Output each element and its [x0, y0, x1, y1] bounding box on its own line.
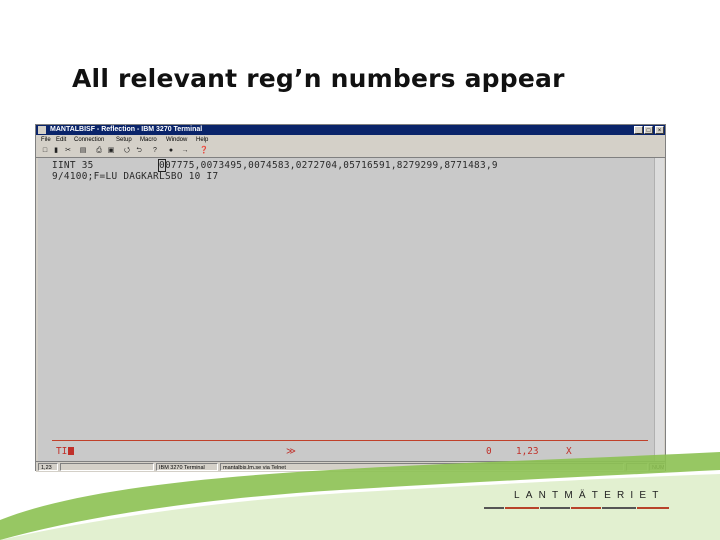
terminal-window: MANTALBISF - Reflection - IBM 3270 Termi… [35, 124, 666, 472]
statusbar-blank [60, 463, 154, 471]
statusbar-mode: NUM [649, 463, 665, 471]
statusbar-empty [626, 463, 648, 471]
green-swoosh-light [0, 474, 720, 540]
window-titlebar[interactable]: MANTALBISF - Reflection - IBM 3270 Termi… [36, 125, 665, 135]
play-icon[interactable]: → [180, 146, 190, 156]
help-icon[interactable]: ❓ [198, 146, 210, 156]
status-divider [52, 440, 648, 441]
status-field-label: TI [56, 446, 68, 457]
lantmateriet-logo: LANTMÄTERIET [514, 490, 665, 501]
new-session-icon[interactable]: □ [40, 146, 50, 156]
terminal-screen[interactable]: IINT 35 0 07775,0073495,0074583,0272704,0… [38, 158, 654, 461]
brand-bar-2 [505, 507, 539, 509]
copy-icon[interactable]: ▣ [106, 146, 116, 156]
input-caret [68, 447, 75, 455]
query-icon[interactable]: ? [150, 146, 160, 156]
status-arrow: ≫ [286, 446, 296, 457]
brand-bar-5 [602, 507, 636, 509]
minimize-button[interactable]: _ [634, 126, 643, 134]
close-button[interactable]: × [655, 126, 664, 134]
terminal-line-1-prefix: IINT 35 [52, 160, 159, 171]
status-mark: X [566, 446, 572, 457]
terminal-line-1-values: 07775,0073495,0074583,0272704,05716591,8… [164, 160, 498, 171]
cut-icon[interactable]: ⎙ [94, 146, 104, 156]
menu-setup[interactable]: Setup [116, 135, 132, 145]
brand-bar-4 [571, 507, 601, 509]
statusbar-session: IBM 3270 Terminal [156, 463, 218, 471]
slide-title: All relevant reg’n numbers appear [72, 64, 565, 93]
record-icon[interactable]: ● [166, 146, 176, 156]
window-title: MANTALBISF - Reflection - IBM 3270 Termi… [50, 126, 203, 133]
app-icon [38, 126, 46, 134]
save-icon[interactable]: ✂ [63, 146, 73, 156]
menu-macro[interactable]: Macro [140, 135, 157, 145]
open-icon[interactable]: ▮ [51, 146, 61, 156]
statusbar-host: mantalbis.lm.se via Telnet [220, 463, 624, 471]
menu-connection[interactable]: Connection [74, 135, 104, 145]
paste-icon[interactable]: ⭯ [122, 146, 132, 156]
status-count: 0 [486, 446, 492, 457]
print-icon[interactable]: ▤ [78, 146, 88, 156]
menu-edit[interactable]: Edit [56, 135, 66, 145]
menu-bar: File Edit Connection Setup Macro Window … [36, 135, 665, 145]
statusbar-cursor: 1,23 [38, 463, 58, 471]
menu-file[interactable]: File [41, 135, 51, 145]
window-statusbar: 1,23 IBM 3270 Terminal mantalbis.lm.se v… [36, 461, 665, 472]
toolbar: □ ▮ ✂ ▤ ⎙ ▣ ⭯ ⮌ ? ● → ❓ [36, 145, 665, 158]
vertical-scrollbar[interactable] [654, 158, 664, 461]
status-field[interactable]: TI [56, 446, 75, 457]
menu-window[interactable]: Window [166, 135, 187, 145]
brand-bar-3 [540, 507, 570, 509]
menu-help[interactable]: Help [196, 135, 208, 145]
transfer-icon[interactable]: ⮌ [134, 146, 144, 156]
status-position: 1,23 [516, 446, 539, 457]
terminal-line-2: 9/4100;F=LU DAGKARLSBO 10 I7 [52, 171, 219, 182]
maximize-button[interactable]: □ [644, 126, 653, 134]
terminal-line-1: IINT 35 007775,0073495,0074583,0272704,0… [52, 159, 498, 172]
brand-bar-1 [484, 507, 504, 509]
brand-bar-6 [637, 507, 669, 509]
